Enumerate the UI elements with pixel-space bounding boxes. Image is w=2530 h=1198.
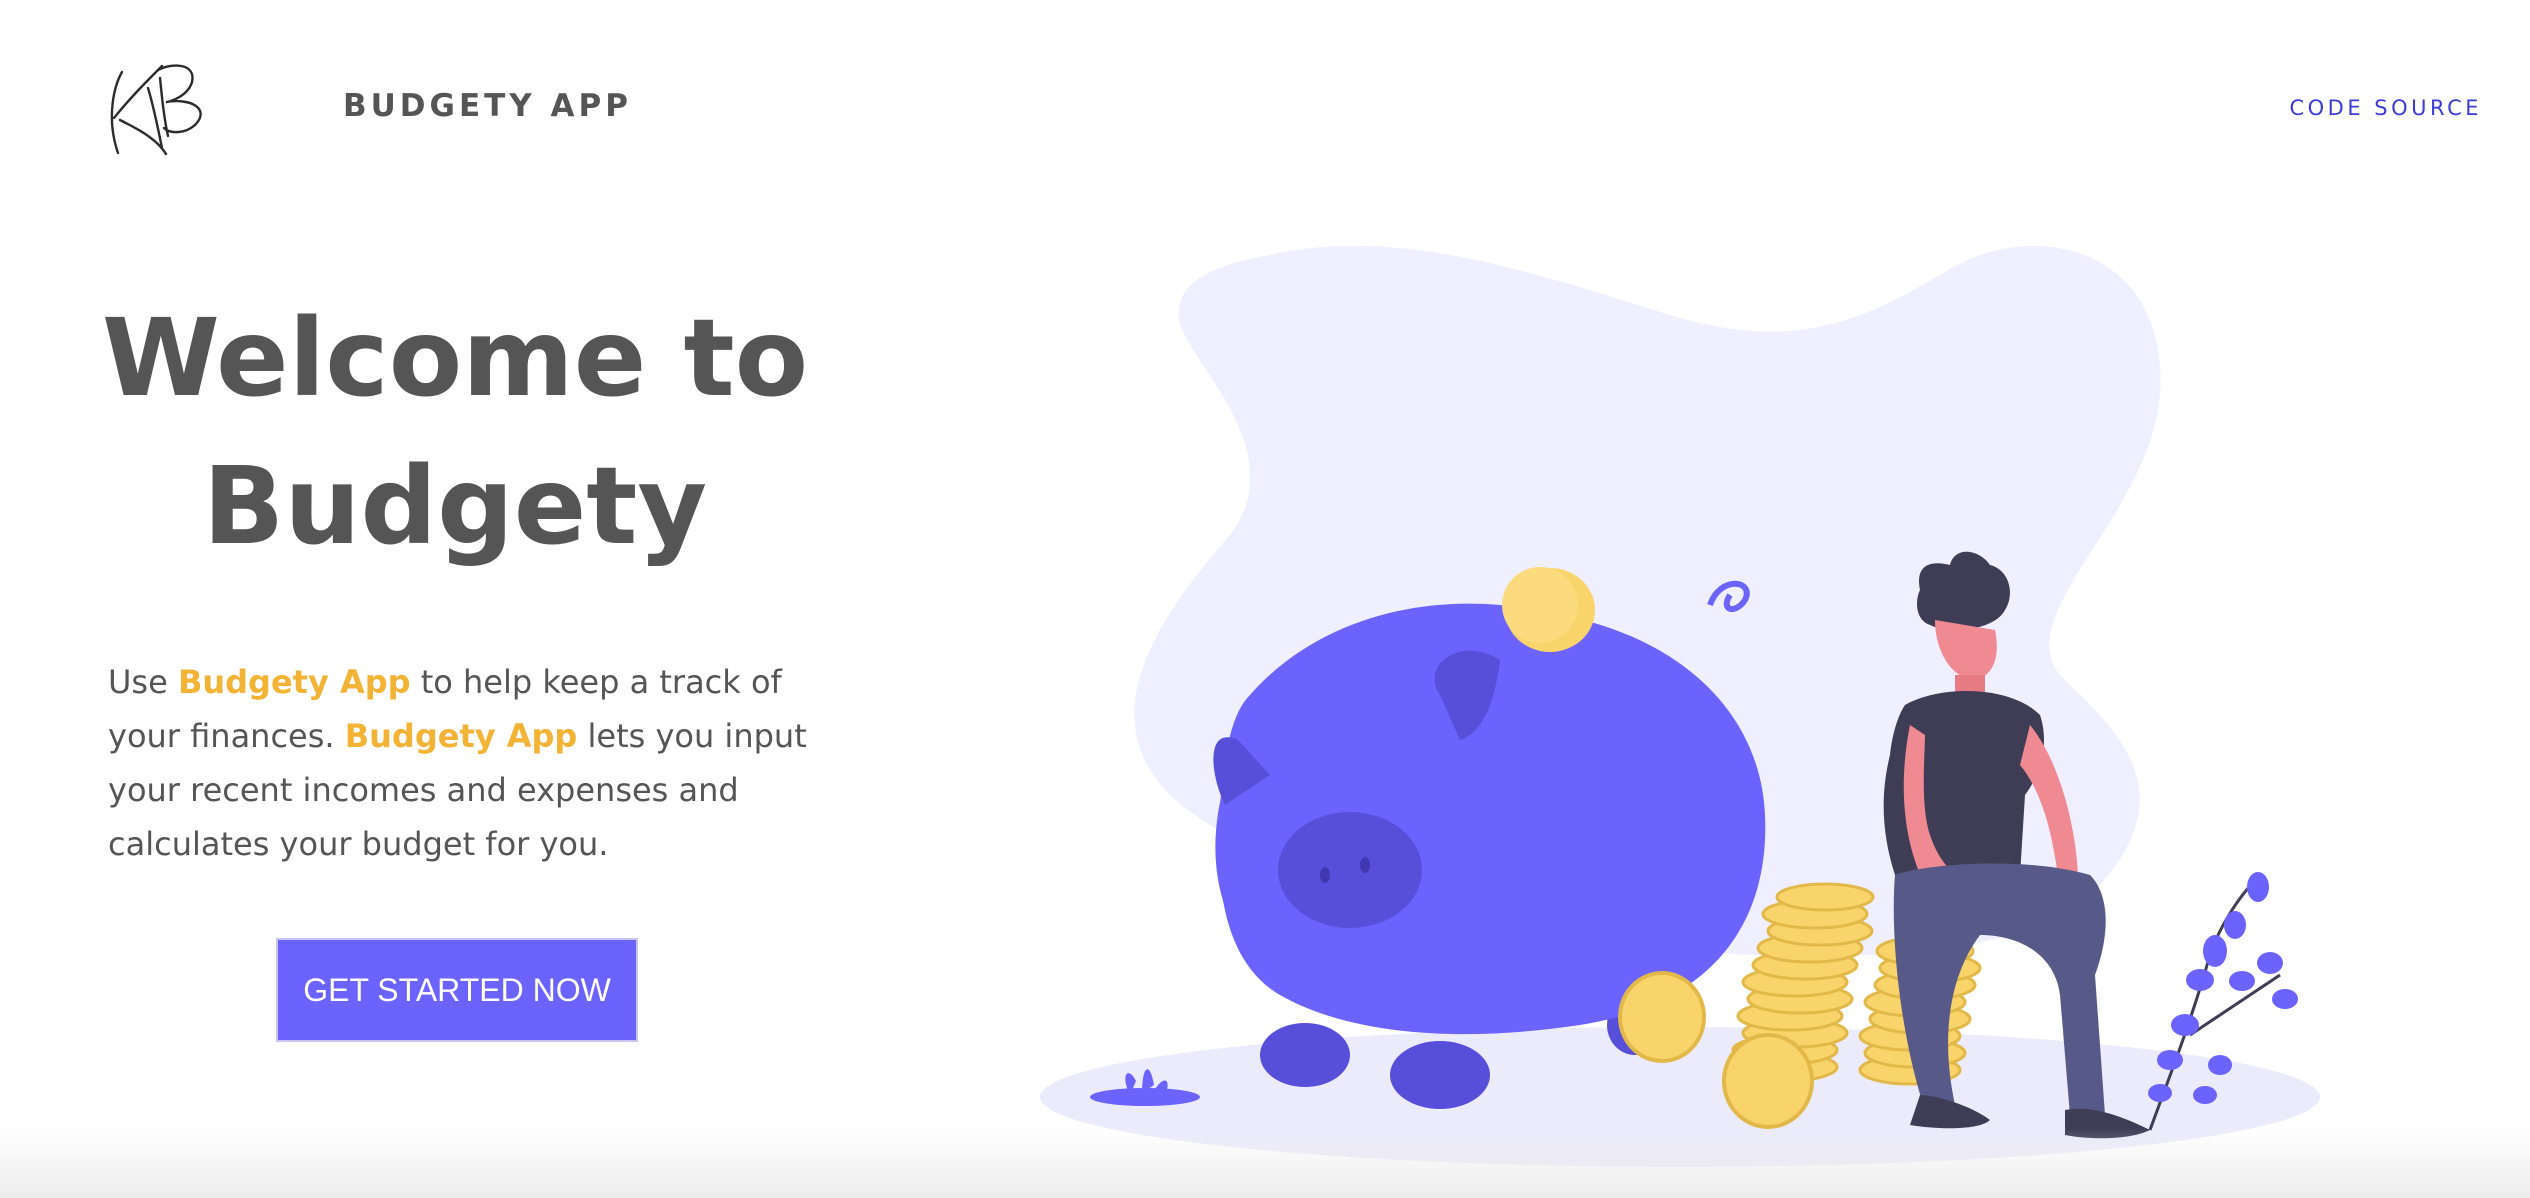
hero-title: Welcome to Budgety (60, 285, 850, 581)
get-started-button[interactable]: GET STARTED NOW (276, 938, 638, 1042)
desc-text-1: Use (108, 663, 178, 701)
hero-title-line2: Budgety (202, 445, 708, 569)
bottom-fade (0, 1128, 2530, 1198)
desc-highlight-1: Budgety App (177, 663, 411, 701)
brand-name[interactable]: BUDGETY APP (343, 88, 632, 124)
code-source-link[interactable]: CODE SOURCE (2289, 96, 2482, 120)
kb-signature-logo[interactable] (100, 58, 255, 163)
desc-highlight-2: Budgety App (344, 717, 578, 755)
piggy-bank-illustration (1040, 245, 2320, 1167)
landing-page: BUDGETY APP CODE SOURCE Welcome to Budge… (0, 0, 2530, 1198)
hero-title-line1: Welcome to (101, 297, 809, 421)
hero-description: Use Budgety App to help keep a track of … (108, 655, 828, 871)
